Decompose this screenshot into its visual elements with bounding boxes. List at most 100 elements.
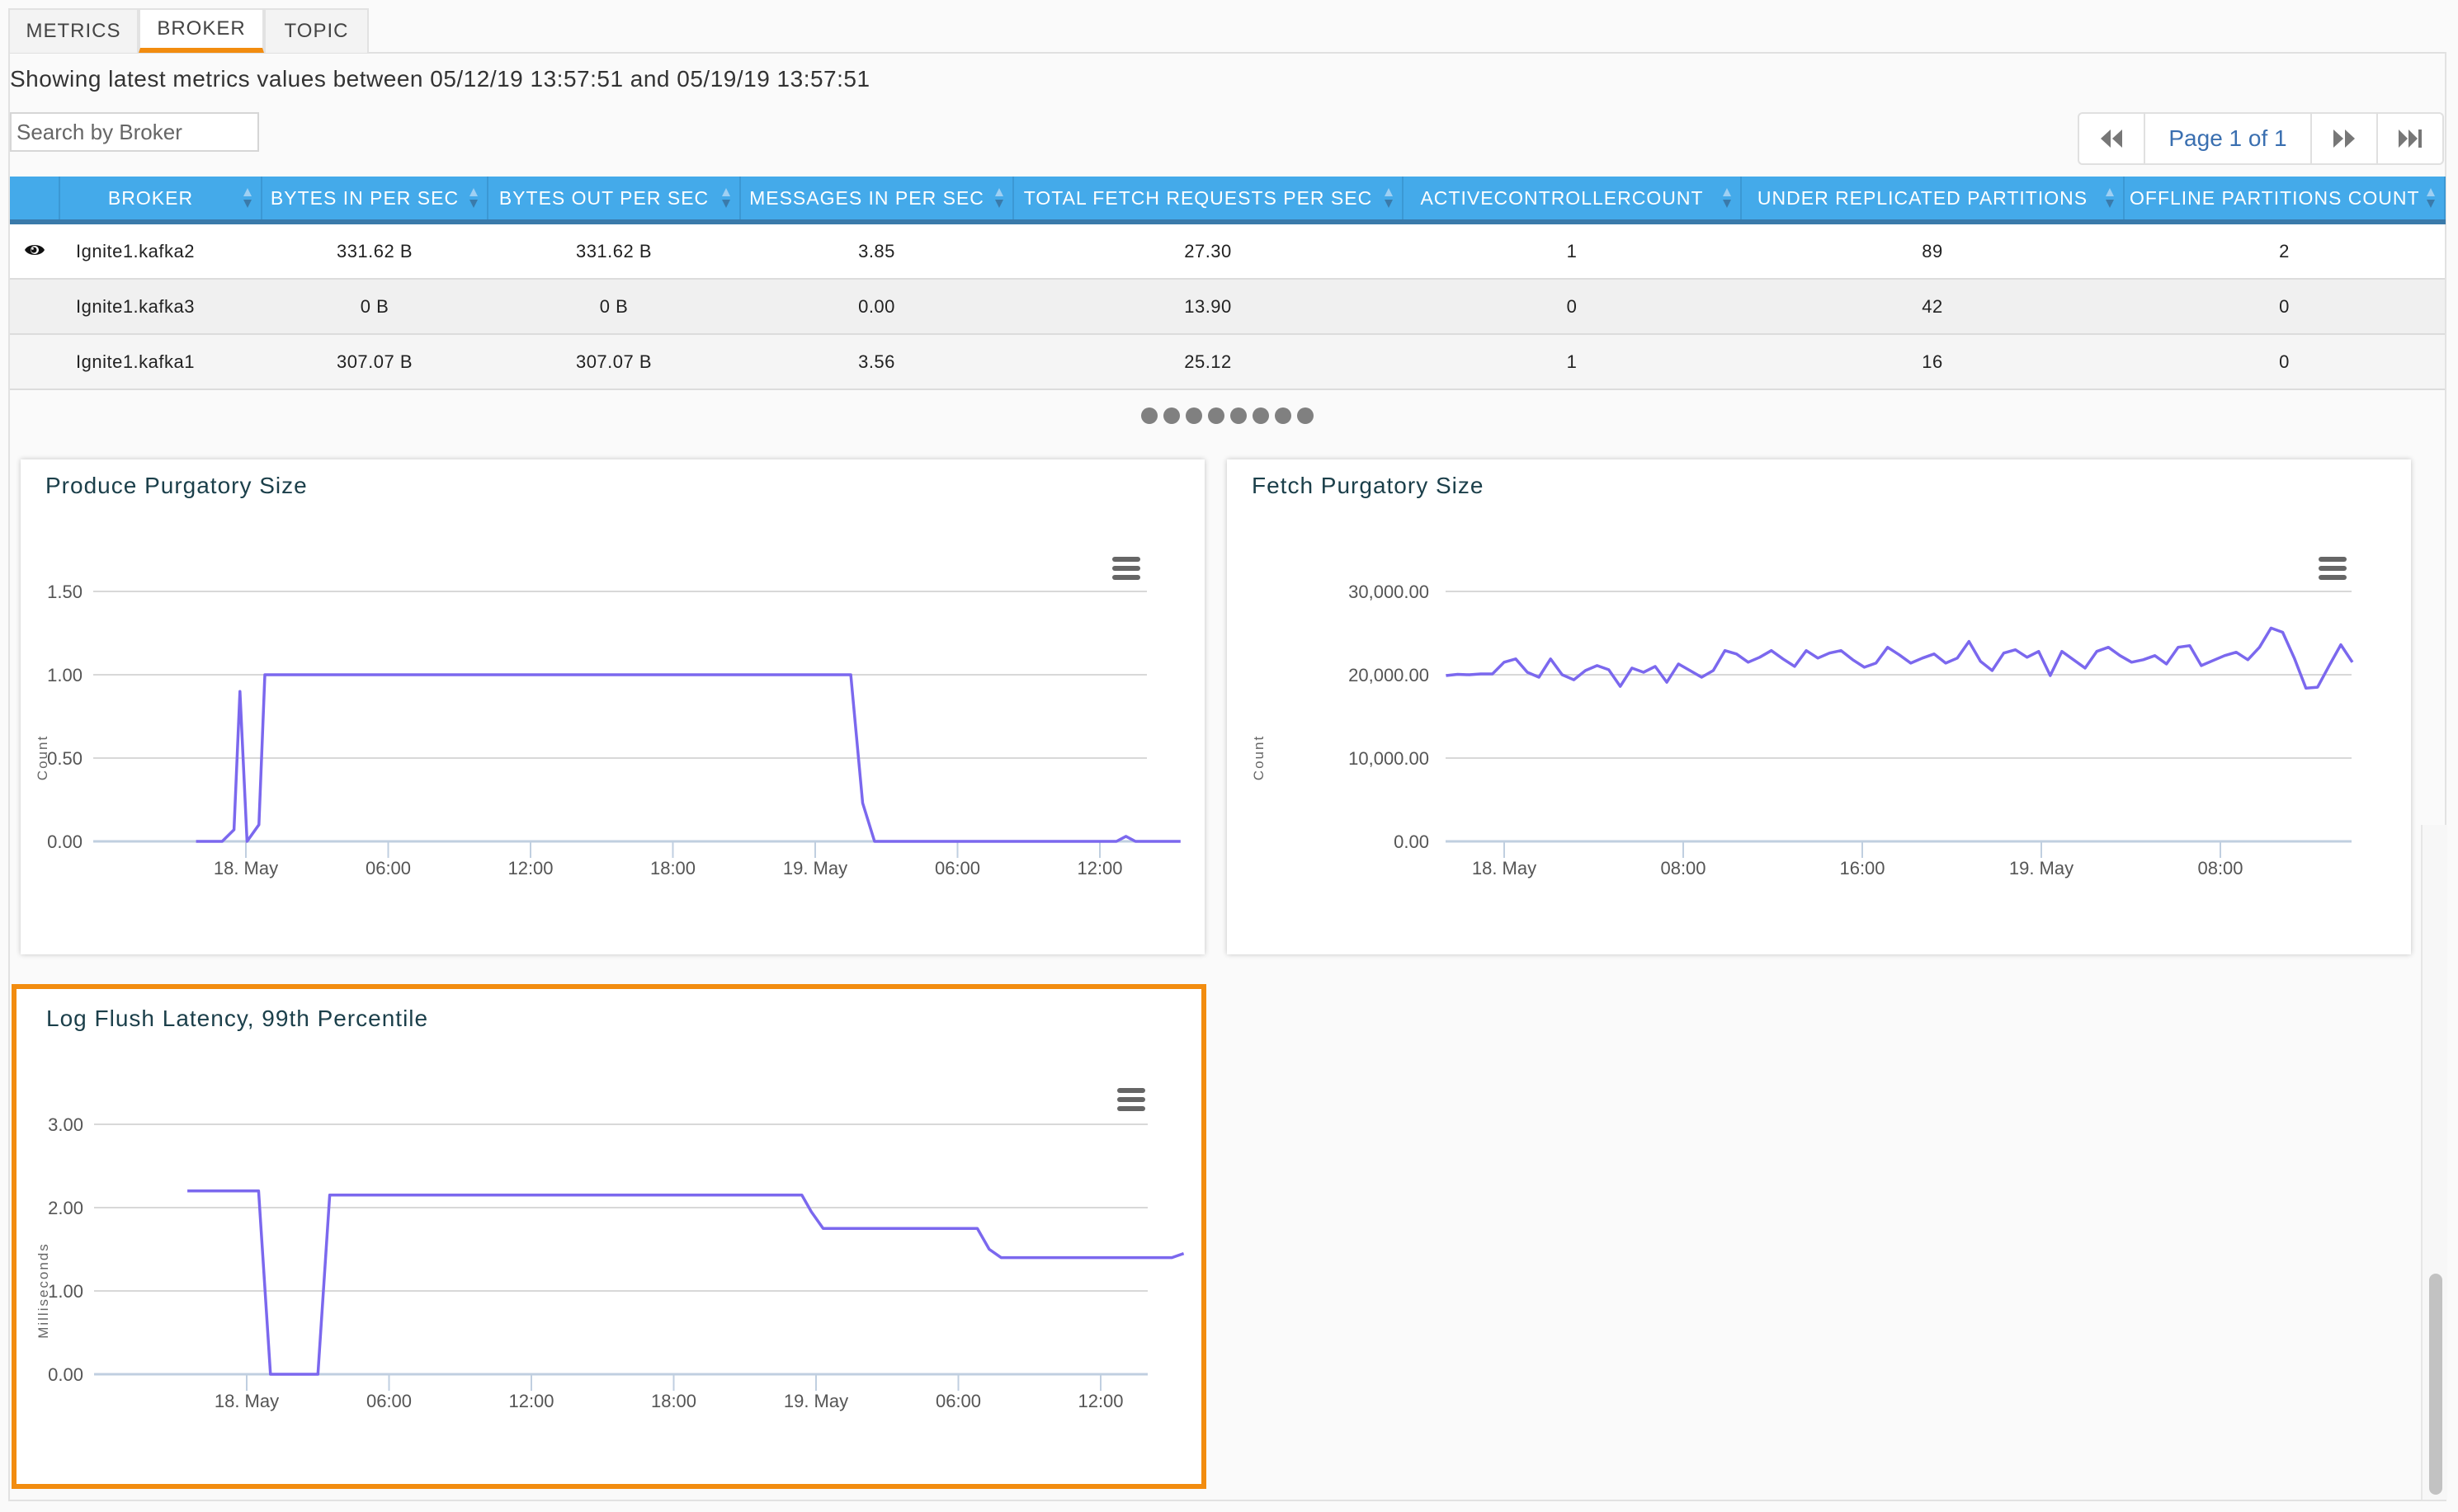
x-tick-label: 12:00 xyxy=(508,1391,554,1411)
table-row[interactable]: Ignite1.kafka2 331.62 B 331.62 B 3.85 27.30 1… xyxy=(10,222,2445,280)
y-tick-label: 0.00 xyxy=(47,831,83,852)
metric-cell: 16 xyxy=(1741,334,2124,390)
column-header[interactable]: OFFLINE PARTITIONS COUNT xyxy=(2124,177,2446,224)
x-tick-label: 12:00 xyxy=(1077,858,1122,878)
column-header[interactable]: BYTES IN PER SEC xyxy=(262,177,488,224)
column-header-label: BROKER xyxy=(107,186,194,209)
metric-cell: 13.90 xyxy=(1013,279,1403,335)
metric-cell: 0 B xyxy=(262,279,488,335)
column-header-label: MESSAGES IN PER SEC xyxy=(749,186,984,209)
y-tick-label: 0.00 xyxy=(48,1364,83,1385)
column-header[interactable]: ACTIVECONTROLLERCOUNT xyxy=(1403,177,1742,224)
carousel-dot[interactable] xyxy=(1163,407,1180,424)
last-page-button[interactable] xyxy=(2378,114,2442,163)
pagination: Page 1 of 1 xyxy=(2078,112,2444,165)
chart-card-produce-purgatory: 0.00 0.50 1.00 1.50 Count 18. May 06:00 12:00 18… xyxy=(21,459,1205,954)
search-broker-input[interactable] xyxy=(10,112,259,152)
column-header-label: BYTES OUT PER SEC xyxy=(498,186,710,209)
log-flush-latency-chart: 0.00 1.00 2.00 3.00 Milliseconds 18. May 06:00… xyxy=(35,1114,1185,1411)
carousel-dot[interactable] xyxy=(1275,407,1291,424)
first-page-button[interactable] xyxy=(2079,114,2145,163)
metric-cell: 0.00 xyxy=(740,279,1013,335)
sort-icon xyxy=(243,188,252,208)
produce-purgatory-chart: 0.00 0.50 1.00 1.50 Count 18. May 06:00 12:00 18… xyxy=(35,582,1181,878)
carousel-dot[interactable] xyxy=(1297,407,1314,424)
x-tick-label: 08:00 xyxy=(2197,858,2243,878)
sort-icon xyxy=(1385,188,1393,208)
sort-icon xyxy=(722,188,730,208)
table-header-row: BROKER BYTES IN PER SEC BYTES OUT PER SEC M… xyxy=(10,177,2446,224)
table-row[interactable]: Ignite1.kafka1 307.07 B 307.07 B 3.56 25.12 1… xyxy=(10,334,2445,390)
column-header[interactable]: UNDER REPLICATED PARTITIONS xyxy=(1741,177,2125,224)
y-tick-label: 3.00 xyxy=(48,1114,83,1135)
chart-title: Log Flush Latency, 99th Percentile xyxy=(46,1006,429,1031)
next-page-button[interactable] xyxy=(2312,114,2378,163)
x-tick-label: 12:00 xyxy=(507,858,553,878)
y-axis-title: Milliseconds xyxy=(35,1242,51,1339)
x-tick-label: 08:00 xyxy=(1660,858,1706,878)
metric-cell: 1 xyxy=(1403,334,1741,390)
tab-bar: METRICS BROKER TOPIC xyxy=(8,8,369,54)
x-tick-label: 12:00 xyxy=(1078,1391,1123,1411)
x-tick-label: 19. May xyxy=(784,1391,848,1411)
metric-cell: 2 xyxy=(2124,222,2445,280)
x-tick-label: 06:00 xyxy=(366,858,411,878)
chart-card-log-flush-latency[interactable]: 0.00 1.00 2.00 3.00 Milliseconds 18. May 06:00… xyxy=(12,984,1206,1489)
carousel-dot[interactable] xyxy=(1230,407,1247,424)
metric-cell: 27.30 xyxy=(1013,222,1403,280)
x-tick-label: 18:00 xyxy=(651,1391,696,1411)
date-range-text: Showing latest metrics values between 05… xyxy=(10,66,870,92)
column-header[interactable]: MESSAGES IN PER SEC xyxy=(740,177,1014,224)
carousel-dots xyxy=(1141,407,1314,424)
metric-cell: 1 xyxy=(1403,222,1741,280)
tab-metrics[interactable]: METRICS xyxy=(8,8,139,53)
metric-cell: 331.62 B xyxy=(262,222,488,280)
x-tick-label: 06:00 xyxy=(935,858,980,878)
x-tick-label: 06:00 xyxy=(366,1391,412,1411)
metric-cell: 0 xyxy=(2124,279,2445,335)
metric-cell: 3.56 xyxy=(740,334,1013,390)
table-row[interactable]: Ignite1.kafka3 0 B0 B 0.00 13.90 0 42 0 xyxy=(10,279,2445,335)
x-tick-label: 18. May xyxy=(214,858,278,878)
fetch-purgatory-chart: 0.00 10,000.00 20,000.00 30,000.00 Count 18. … xyxy=(1251,582,2354,878)
column-header[interactable]: TOTAL FETCH REQUESTS PER SEC xyxy=(1013,177,1404,224)
y-tick-label: 1.00 xyxy=(48,1281,83,1302)
tab-broker[interactable]: BROKER xyxy=(139,8,264,53)
sort-icon xyxy=(1723,188,1731,208)
x-tick-label: 16:00 xyxy=(1839,858,1885,878)
row-select-cell[interactable] xyxy=(10,279,59,335)
metric-cell: 307.07 B xyxy=(262,334,488,390)
tab-topic[interactable]: TOPIC xyxy=(264,8,369,53)
first-page-icon xyxy=(2101,130,2122,148)
scrollbar-thumb[interactable] xyxy=(2429,1274,2442,1495)
row-select-cell[interactable] xyxy=(10,334,59,390)
chart-menu-icon[interactable] xyxy=(1112,557,1140,580)
y-tick-label: 2.00 xyxy=(48,1198,83,1218)
y-tick-label: 0.50 xyxy=(47,748,83,769)
column-header-label: UNDER REPLICATED PARTITIONS xyxy=(1757,186,2088,209)
column-header[interactable]: BYTES OUT PER SEC xyxy=(488,177,741,224)
last-page-icon xyxy=(2399,130,2422,148)
column-header[interactable]: BROKER xyxy=(59,177,262,224)
sort-icon xyxy=(2427,188,2435,208)
column-header-label: OFFLINE PARTITIONS COUNT xyxy=(2130,186,2420,209)
row-select-cell[interactable] xyxy=(10,222,59,280)
column-header-label: ACTIVECONTROLLERCOUNT xyxy=(1420,186,1704,209)
sort-icon xyxy=(2106,188,2114,208)
carousel-dot[interactable] xyxy=(1208,407,1224,424)
column-header-label: TOTAL FETCH REQUESTS PER SEC xyxy=(1023,186,1373,209)
y-tick-label: 20,000.00 xyxy=(1348,665,1429,685)
chart-card-fetch-purgatory: 0.00 10,000.00 20,000.00 30,000.00 Count 18. … xyxy=(1227,459,2411,954)
chart-menu-icon[interactable] xyxy=(1117,1088,1145,1111)
eye-icon xyxy=(25,244,45,255)
y-axis-title: Count xyxy=(35,735,50,780)
y-axis-title: Count xyxy=(1251,735,1267,780)
carousel-dot[interactable] xyxy=(1186,407,1202,424)
chart-menu-icon[interactable] xyxy=(2319,557,2347,580)
series-line[interactable] xyxy=(1446,626,2354,690)
series-line[interactable] xyxy=(187,1189,1185,1376)
carousel-dot[interactable] xyxy=(1141,407,1158,424)
metric-cell: 0 xyxy=(1403,279,1741,335)
sort-icon xyxy=(995,188,1003,208)
carousel-dot[interactable] xyxy=(1253,407,1269,424)
